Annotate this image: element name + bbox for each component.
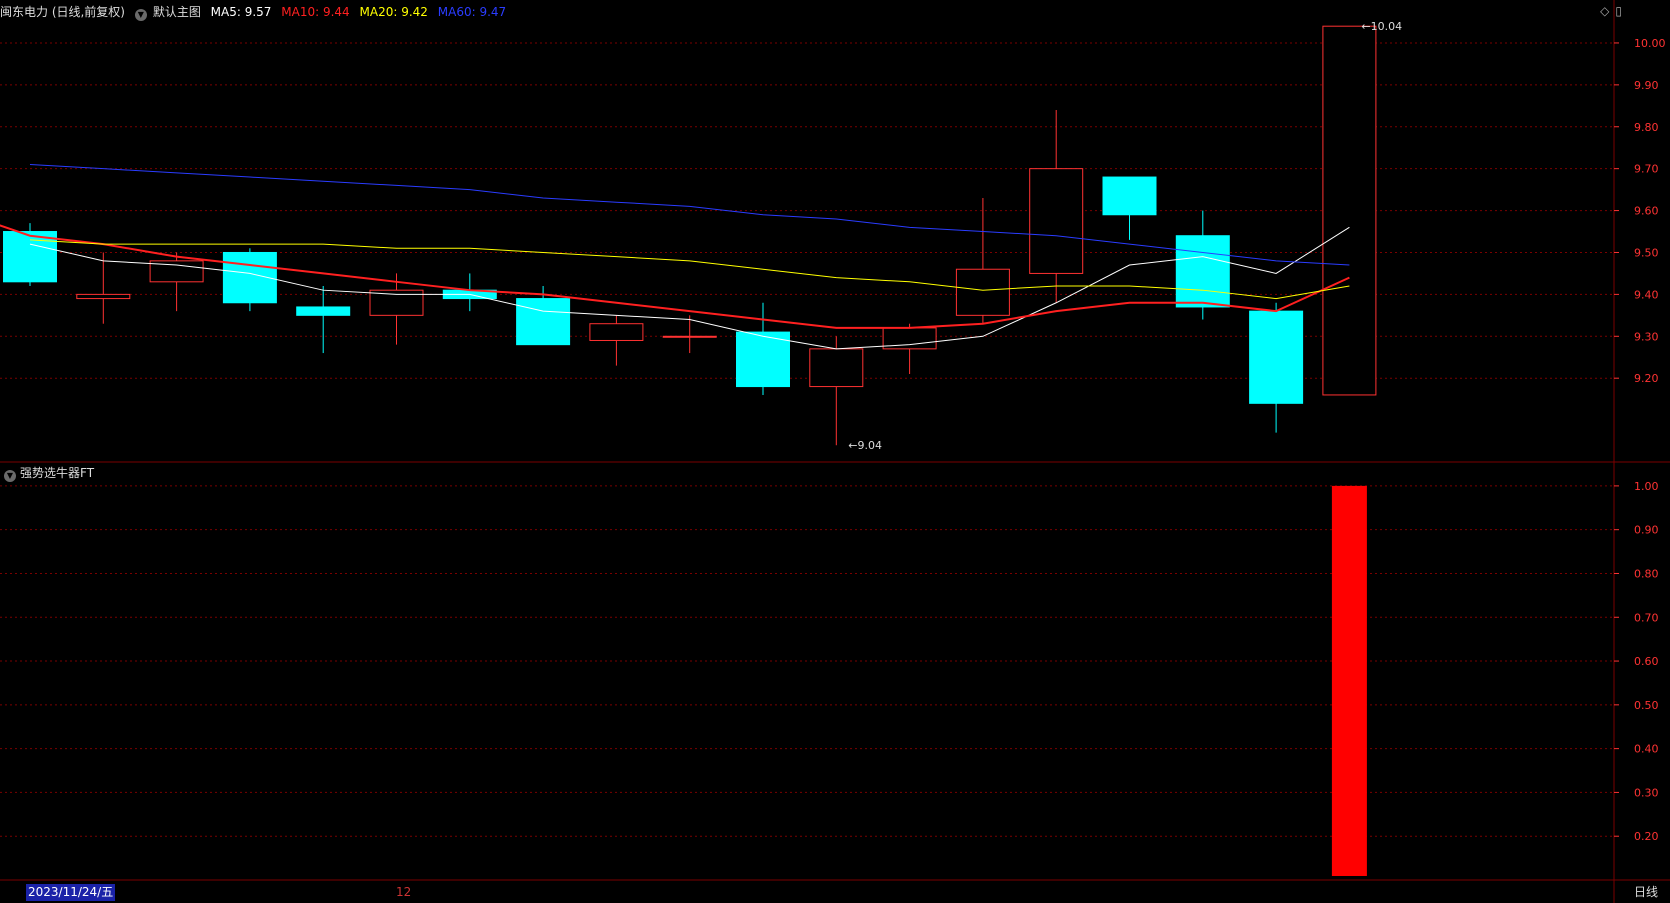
price-axis-tick-label: 9.20 [1634, 372, 1659, 385]
indicator-axis-tick-label: 1.00 [1634, 480, 1659, 493]
candle-up [589, 315, 644, 366]
month-marker: 12 [396, 885, 412, 899]
indicator-axis-tick-label: 0.90 [1634, 524, 1659, 537]
price-axis-tick-label: 9.90 [1634, 79, 1659, 92]
price-annotation: ←9.04 [848, 439, 882, 452]
candle-down [296, 286, 351, 354]
candle-up [809, 336, 864, 446]
candle-down [3, 223, 57, 286]
candle-up [76, 252, 131, 324]
price-axis-tick-label: 9.60 [1634, 205, 1659, 218]
price-annotation: ←10.04 [1361, 20, 1402, 33]
candle-down [1249, 302, 1304, 433]
candle-up [882, 323, 937, 374]
candle-body [1249, 310, 1304, 404]
price-axis-tick-label: 9.40 [1634, 288, 1659, 301]
indicator-name[interactable]: 强势选牛器FT [20, 466, 94, 480]
stock-title: 闽东电力 (日线,前复权) [0, 5, 125, 19]
candle-body [662, 335, 717, 338]
candle-up [1322, 25, 1377, 396]
candle-body [736, 331, 790, 388]
indicator-axis-tick-label: 0.60 [1634, 655, 1659, 668]
indicator-axis-tick-label: 0.50 [1634, 699, 1659, 712]
indicator-axis-tick-label: 0.70 [1634, 611, 1659, 624]
cursor-date: 2023/11/24/五 [26, 884, 116, 901]
ma60-label: MA60: 9.47 [437, 5, 507, 19]
price-axis-tick-label: 9.50 [1634, 246, 1659, 259]
candle-body [1029, 168, 1084, 274]
ma20-label: MA20: 9.42 [359, 5, 428, 19]
candle-body [296, 306, 351, 316]
candle-down [1102, 176, 1157, 240]
price-axis-tick-label: 10.00 [1634, 37, 1666, 50]
candle-body [589, 323, 644, 341]
candle-up [955, 198, 1010, 324]
indicator-axis-tick-label: 0.80 [1634, 567, 1659, 580]
chart-toolbar: ◇ ▯ [1594, 4, 1622, 18]
candle-body [1175, 235, 1230, 308]
candle-up [149, 252, 204, 312]
candle-up [1029, 110, 1084, 303]
candle-down [442, 273, 497, 312]
candle-down [222, 248, 277, 312]
main-chart-name[interactable]: 默认主图 [153, 5, 201, 19]
candle-body [76, 293, 131, 300]
candle-body [809, 348, 864, 388]
period-label[interactable]: 日线 [1634, 884, 1658, 901]
candle-body [516, 298, 571, 346]
ma5-label: MA5: 9.57 [210, 5, 272, 19]
stock-chart-canvas[interactable]: 10.00 9.90 9.80 9.70 9.60 9.50 9.40 9.30 9.20 ←10… [0, 0, 1670, 903]
chart-header: 闽东电力 (日线,前复权) ▼ 默认主图 MA5: 9.57 MA10: 9.44… [0, 3, 512, 21]
ma10-label: MA10: 9.44 [281, 5, 350, 19]
candle-body [1322, 25, 1377, 396]
price-axis-tick-label: 9.70 [1634, 163, 1659, 176]
main-chart-dropdown-icon[interactable]: ▼ [134, 9, 147, 21]
indicator-axis-tick-label: 0.40 [1634, 743, 1659, 756]
candle-body [1102, 176, 1157, 216]
diamond-icon[interactable]: ◇ [1600, 4, 1609, 18]
indicator-dropdown-icon[interactable]: ▼ [4, 470, 16, 482]
indicator-bar [1331, 485, 1367, 876]
candle-up [662, 315, 717, 354]
panel-toggle-icon[interactable]: ▯ [1615, 4, 1622, 18]
indicator-header: ▼ 强势选牛器FT [4, 465, 94, 482]
indicator-axis-tick-label: 0.30 [1634, 786, 1659, 799]
indicator-axis-tick-label: 0.20 [1634, 830, 1659, 843]
candle-body [3, 231, 57, 283]
candle-body [955, 268, 1010, 316]
price-axis-tick-label: 9.30 [1634, 330, 1659, 343]
price-axis-tick-label: 9.80 [1634, 121, 1659, 134]
